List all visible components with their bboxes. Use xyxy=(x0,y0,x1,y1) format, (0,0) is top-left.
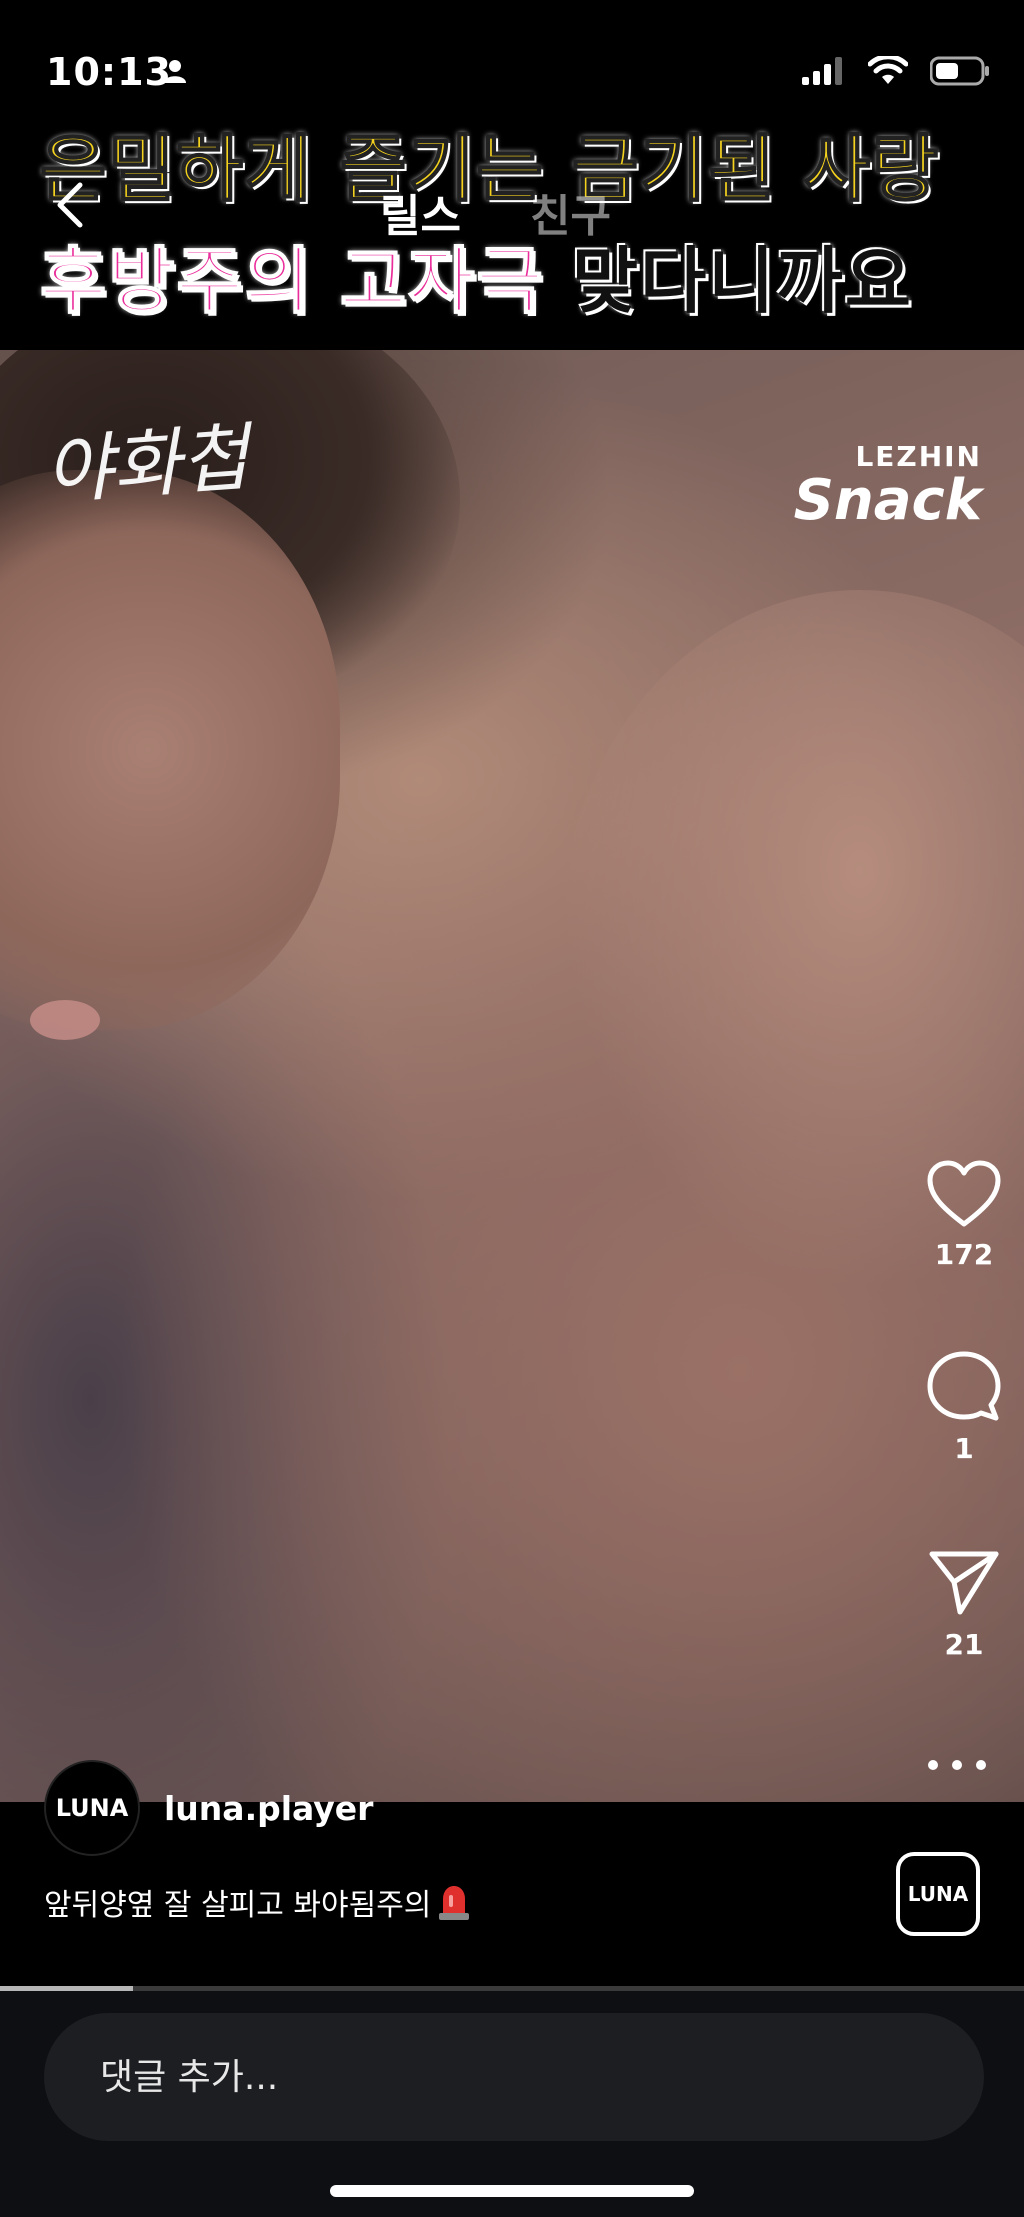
lezhin-snack-logo: LEZHIN Snack xyxy=(794,440,982,529)
bottom-comment-area xyxy=(0,1991,1024,2217)
banner-line-2: 후방주의 고자극 맞다니까요 xyxy=(39,222,914,327)
home-indicator xyxy=(330,2185,694,2197)
status-icons xyxy=(802,56,990,86)
banner-black-text: 맞다니까요 xyxy=(571,239,914,323)
send-icon[interactable] xyxy=(926,1548,1002,1618)
promo-banner: 은밀하게 즐기는 금기된 사랑 후방주의 고자극 맞다니까요 xyxy=(0,100,1024,350)
comment-action[interactable]: 1 xyxy=(904,1350,1024,1465)
back-chevron-icon[interactable] xyxy=(50,180,90,230)
wifi-icon xyxy=(868,56,908,84)
person-icon xyxy=(164,60,186,83)
comment-count: 1 xyxy=(954,1432,974,1465)
caption[interactable]: 앞뒤양옆 잘 살피고 봐야됨주의 xyxy=(44,1880,471,1924)
username[interactable]: luna.player xyxy=(164,1789,373,1828)
comment-input[interactable] xyxy=(44,2013,984,2141)
like-action[interactable]: 172 xyxy=(904,1160,1024,1271)
video-figure-lip xyxy=(30,1000,100,1040)
like-count: 172 xyxy=(934,1238,994,1271)
avatar[interactable]: LUNA xyxy=(44,1760,140,1856)
heart-icon[interactable] xyxy=(926,1160,1002,1228)
caption-text: 앞뒤양옆 잘 살피고 봐야됨주의 xyxy=(44,1888,432,1923)
more-options-icon[interactable] xyxy=(922,1750,992,1780)
cellular-signal-icon xyxy=(802,57,842,85)
series-logo: 야화첩 xyxy=(41,414,252,516)
comment-bubble-icon[interactable] xyxy=(926,1350,1002,1422)
video-player[interactable] xyxy=(0,350,1024,1802)
author-row[interactable]: LUNA luna.player xyxy=(44,1760,373,1856)
tab-reels[interactable]: 릴스 xyxy=(380,180,461,244)
snack-logo-text: Snack xyxy=(793,468,982,533)
audio-track-button[interactable]: LUNA xyxy=(896,1852,980,1936)
share-action[interactable]: 21 xyxy=(904,1548,1024,1661)
banner-line-1: 은밀하게 즐기는 금기된 사랑 xyxy=(39,126,941,212)
status-time: 10:13 xyxy=(46,50,172,94)
battery-icon xyxy=(930,56,989,86)
share-count: 21 xyxy=(944,1628,984,1661)
banner-pink-text: 후방주의 고자극 xyxy=(39,238,545,324)
tab-friends[interactable]: 친구 xyxy=(530,180,611,244)
siren-emoji-icon xyxy=(439,1886,470,1920)
